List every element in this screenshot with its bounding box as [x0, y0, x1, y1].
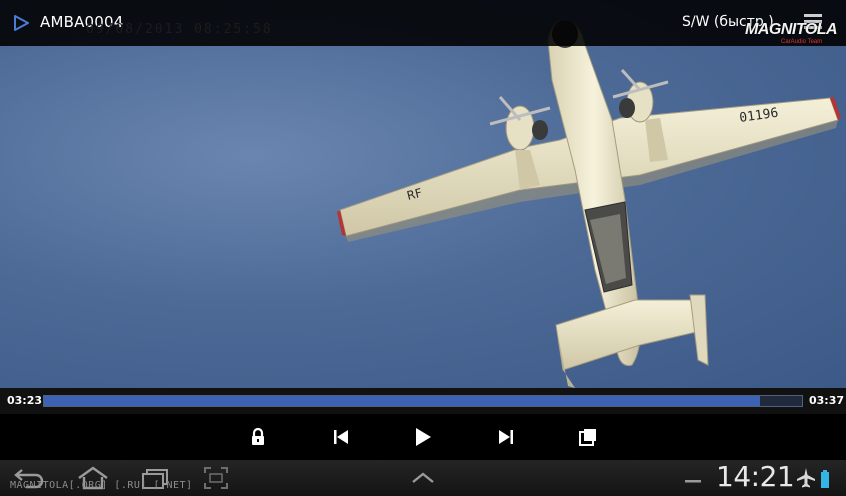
next-button[interactable]: [494, 425, 518, 449]
progress-area: 03:23 03:37: [0, 388, 846, 414]
airplane-image: 01196 RF: [337, 19, 841, 388]
watermark-brand: MAGNITOLA: [745, 21, 838, 38]
top-bar: AMBA0004 09/08/2013 08:25:58 S/W (быстр.…: [0, 0, 846, 46]
skip-next-icon: [499, 430, 513, 444]
seek-bar-fill: [44, 396, 760, 406]
osd-timestamp: 09/08/2013 08:25:58: [86, 22, 273, 37]
skip-previous-icon: [334, 430, 348, 444]
minus-icon[interactable]: [682, 464, 704, 492]
bottom-watermark: MAGNITOLA[.ORG] [.RU] [.NET]: [10, 480, 193, 491]
total-time: 03:37: [809, 394, 845, 407]
system-clock[interactable]: 14:21: [716, 460, 795, 493]
popup-window-button[interactable]: [576, 425, 600, 449]
expand-up-icon[interactable]: [409, 464, 437, 492]
lock-button[interactable]: [246, 425, 270, 449]
seek-bar[interactable]: [43, 395, 803, 407]
play-icon: [416, 428, 431, 446]
watermark-logo: MAGNITOLA CarAudio Team: [745, 21, 838, 47]
system-bar: MAGNITOLA[.ORG] [.RU] [.NET] 14:21: [0, 460, 846, 496]
previous-button[interactable]: [329, 425, 353, 449]
video-player-screen: 01196 RF AMBA0004 09/08/2013 08:25:58 S/…: [0, 0, 846, 496]
watermark-sub: CarAudio Team: [781, 39, 823, 45]
play-button[interactable]: [411, 425, 435, 449]
current-time: 03:23: [7, 394, 43, 407]
popup-window-icon: [579, 429, 596, 446]
play-outline-icon: [14, 15, 29, 31]
playback-controls: [0, 414, 846, 460]
lock-icon: [252, 427, 264, 445]
airplane-mode-icon: [797, 468, 815, 488]
screenshot-icon[interactable]: [202, 464, 230, 492]
video-frame[interactable]: 01196 RF: [0, 0, 846, 388]
battery-icon: [821, 470, 829, 488]
